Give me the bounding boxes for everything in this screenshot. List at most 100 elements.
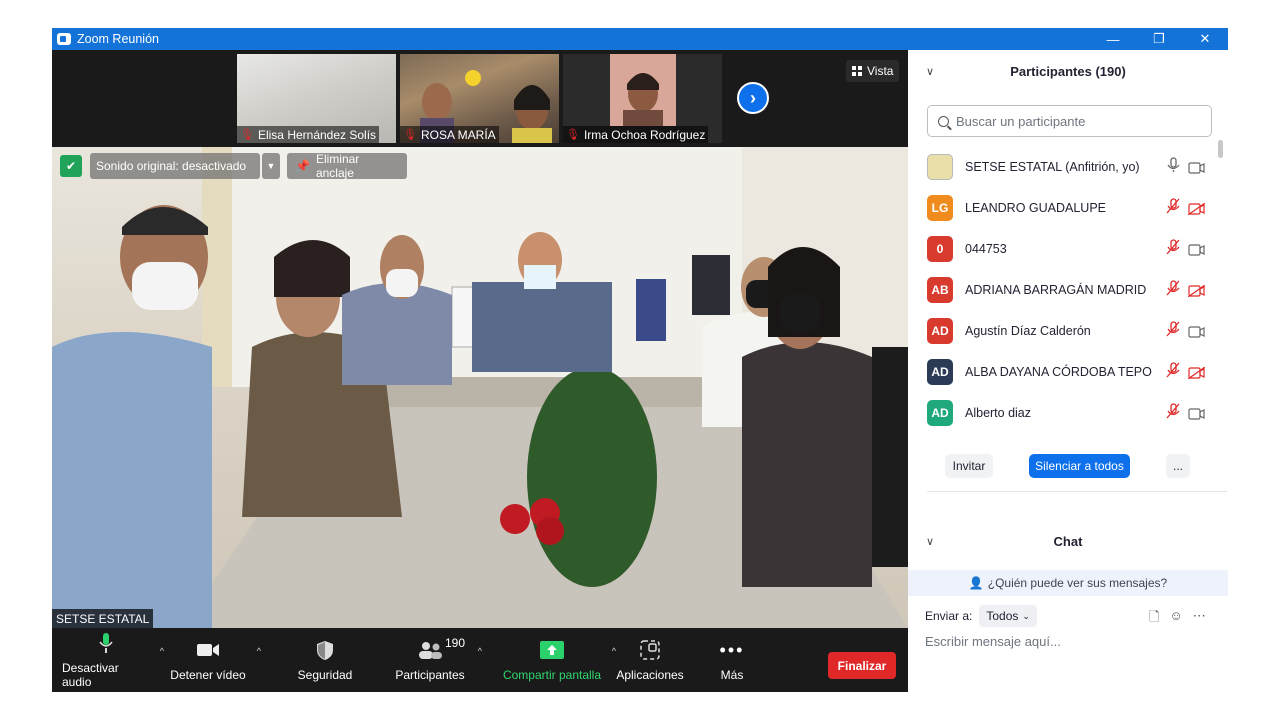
title-bar: Zoom Reunión — ❐ ✕ — [52, 28, 1228, 50]
participant-row[interactable]: AD Agustín Díaz Calderón — [908, 310, 1228, 351]
video-camera-icon[interactable] — [1188, 325, 1205, 338]
more-button[interactable]: ••• Más — [712, 628, 752, 692]
participant-search-input[interactable]: Buscar un participante — [927, 105, 1212, 137]
participants-options-caret-icon[interactable]: ^ — [478, 646, 482, 656]
restore-button[interactable]: ❐ — [1136, 28, 1182, 50]
microphone-icon[interactable] — [1166, 157, 1180, 176]
video-camera-icon[interactable] — [1188, 243, 1205, 256]
person-icon: 👤 — [968, 576, 984, 590]
collapse-participants-chevron-icon[interactable]: ∨ — [926, 65, 934, 78]
video-camera-icon[interactable] — [1188, 161, 1205, 174]
participants-title: Participantes (190) — [1010, 63, 1126, 79]
zoom-app-icon — [57, 33, 71, 45]
share-screen-label: Compartir pantalla — [502, 668, 602, 682]
original-sound-label: Sonido original: desactivado — [96, 159, 247, 173]
search-placeholder: Buscar un participante — [956, 113, 1086, 129]
stop-video-button[interactable]: Detener vídeo ^ — [169, 628, 261, 692]
mic-muted-icon[interactable] — [1166, 321, 1180, 340]
video-thumbnail[interactable]: 🎙 Irma Ochoa Rodríguez — [563, 54, 722, 143]
meeting-room-video-image — [52, 147, 908, 628]
mic-muted-icon: 🎙 — [240, 129, 254, 141]
minimize-button[interactable]: — — [1090, 28, 1136, 50]
view-label: Vista — [867, 64, 894, 78]
video-thumbnail[interactable]: 🎙 Elisa Hernández Solís — [237, 54, 396, 143]
avatar: AD — [927, 358, 953, 385]
shield-check-icon: ✔ — [60, 155, 82, 177]
avatar: 0 — [927, 235, 953, 262]
speaker-name-tag: SETSE ESTATAL — [52, 609, 154, 628]
participants-button[interactable]: 190 Participantes ^ — [392, 628, 482, 692]
apps-button[interactable]: Aplicaciones — [615, 628, 685, 692]
participant-name: Agustín Díaz Calderón — [965, 323, 1091, 338]
search-icon — [938, 115, 949, 127]
share-screen-icon — [540, 638, 564, 662]
video-thumbnail[interactable]: 🎙 ROSA MARÍA — [400, 54, 559, 143]
main-speaker-video[interactable]: ✔ Sonido original: desactivado ▼ 📌 Elimi… — [52, 147, 908, 628]
mute-audio-button[interactable]: Desactivar audio ^ — [62, 628, 164, 692]
video-camera-icon[interactable] — [1188, 407, 1205, 420]
mute-all-button[interactable]: Silenciar a todos — [1029, 454, 1130, 478]
video-area: 🎙 Elisa Hernández Solís 🎙 ROSA MARÍA 🎙 I… — [52, 50, 908, 628]
thumbnail-name-tag: 🎙 Irma Ochoa Rodríguez — [563, 126, 709, 143]
mic-muted-icon[interactable] — [1166, 198, 1180, 217]
thumbnail-strip: 🎙 Elisa Hernández Solís 🎙 ROSA MARÍA 🎙 I… — [52, 50, 908, 147]
emoji-icon[interactable]: ☺ — [1169, 608, 1182, 630]
participant-name: SETSE ESTATAL (Anfitrión, yo) — [965, 159, 1140, 174]
who-can-see-messages-link[interactable]: 👤 ¿Quién puede ver sus mensajes? — [908, 570, 1228, 596]
meeting-toolbar: Desactivar audio ^ Detener vídeo ^ Segur… — [52, 628, 908, 692]
mic-muted-icon: 🎙 — [403, 129, 417, 141]
panel-divider — [927, 491, 1227, 492]
thumbnail-name: Elisa Hernández Solís — [257, 127, 377, 142]
share-screen-button[interactable]: Compartir pantalla ^ — [502, 628, 616, 692]
original-sound-toggle[interactable]: Sonido original: desactivado — [90, 153, 260, 179]
video-off-icon[interactable] — [1187, 202, 1206, 216]
thumbnail-name: Irma Ochoa Rodríguez — [583, 127, 706, 142]
apps-icon — [640, 638, 660, 662]
participant-name: Alberto diaz — [965, 405, 1032, 420]
mic-muted-icon[interactable] — [1166, 362, 1180, 381]
next-page-arrow-icon[interactable]: › — [737, 82, 769, 114]
video-off-icon[interactable] — [1187, 284, 1206, 298]
remove-pin-label: Eliminar anclaje — [315, 152, 360, 180]
view-button[interactable]: Vista — [846, 60, 900, 82]
who-can-see-label: ¿Quién puede ver sus mensajes? — [987, 576, 1168, 590]
participant-list: SETSE ESTATAL (Anfitrión, yo) LG LEANDRO G… — [908, 146, 1228, 436]
mic-muted-icon[interactable] — [1166, 403, 1180, 422]
avatar: AB — [927, 276, 953, 303]
end-meeting-button[interactable]: Finalizar — [828, 652, 896, 679]
remove-pin-button[interactable]: 📌 Eliminar anclaje — [287, 152, 407, 180]
participant-row[interactable]: SETSE ESTATAL (Anfitrión, yo) — [908, 146, 1228, 187]
file-icon[interactable]: 🗋 — [1149, 608, 1159, 630]
participant-row[interactable]: LG LEANDRO GUADALUPE — [908, 187, 1228, 228]
participant-list-scrollbar[interactable] — [1218, 140, 1223, 158]
mic-muted-icon[interactable] — [1166, 239, 1180, 258]
window-title: Zoom Reunión — [77, 32, 159, 46]
participants-more-button[interactable]: ... — [1166, 454, 1190, 478]
send-to-label: Enviar a: — [925, 609, 973, 623]
more-dots-icon[interactable]: ⋯ — [1193, 608, 1206, 630]
participants-label: Participantes — [395, 668, 465, 682]
audio-options-caret-icon[interactable]: ^ — [160, 646, 164, 656]
speaker-name: SETSE ESTATAL — [56, 611, 150, 626]
security-button[interactable]: Seguridad — [292, 628, 358, 692]
participant-row[interactable]: AB ADRIANA BARRAGÁN MADRID — [908, 269, 1228, 310]
participant-row[interactable]: AD ALBA DAYANA CÓRDOBA TEPO — [908, 351, 1228, 392]
mic-muted-icon[interactable] — [1166, 280, 1180, 299]
chat-message-input[interactable]: Escribir mensaje aquí... — [925, 634, 1215, 654]
original-sound-dropdown[interactable]: ▼ — [262, 153, 280, 179]
close-button[interactable]: ✕ — [1182, 28, 1228, 50]
zoom-window: Zoom Reunión — ❐ ✕ 🎙 Elisa Hernández Sol… — [52, 28, 1228, 692]
avatar — [927, 153, 953, 180]
collapse-chat-chevron-icon[interactable]: ∨ — [926, 535, 934, 548]
avatar: AD — [927, 317, 953, 344]
avatar: AD — [927, 399, 953, 426]
participants-header: ∨ Participantes (190) — [908, 50, 1228, 92]
participant-row[interactable]: 0 044753 — [908, 228, 1228, 269]
send-to-dropdown[interactable]: Todos ⌄ — [979, 605, 1037, 627]
thumbnail-name: ROSA MARÍA — [420, 127, 496, 142]
video-options-caret-icon[interactable]: ^ — [257, 646, 261, 656]
participant-row[interactable]: AD Alberto diaz — [908, 392, 1228, 433]
invite-button[interactable]: Invitar — [945, 454, 993, 478]
video-off-icon[interactable] — [1187, 366, 1206, 380]
participants-count: 190 — [445, 636, 466, 650]
